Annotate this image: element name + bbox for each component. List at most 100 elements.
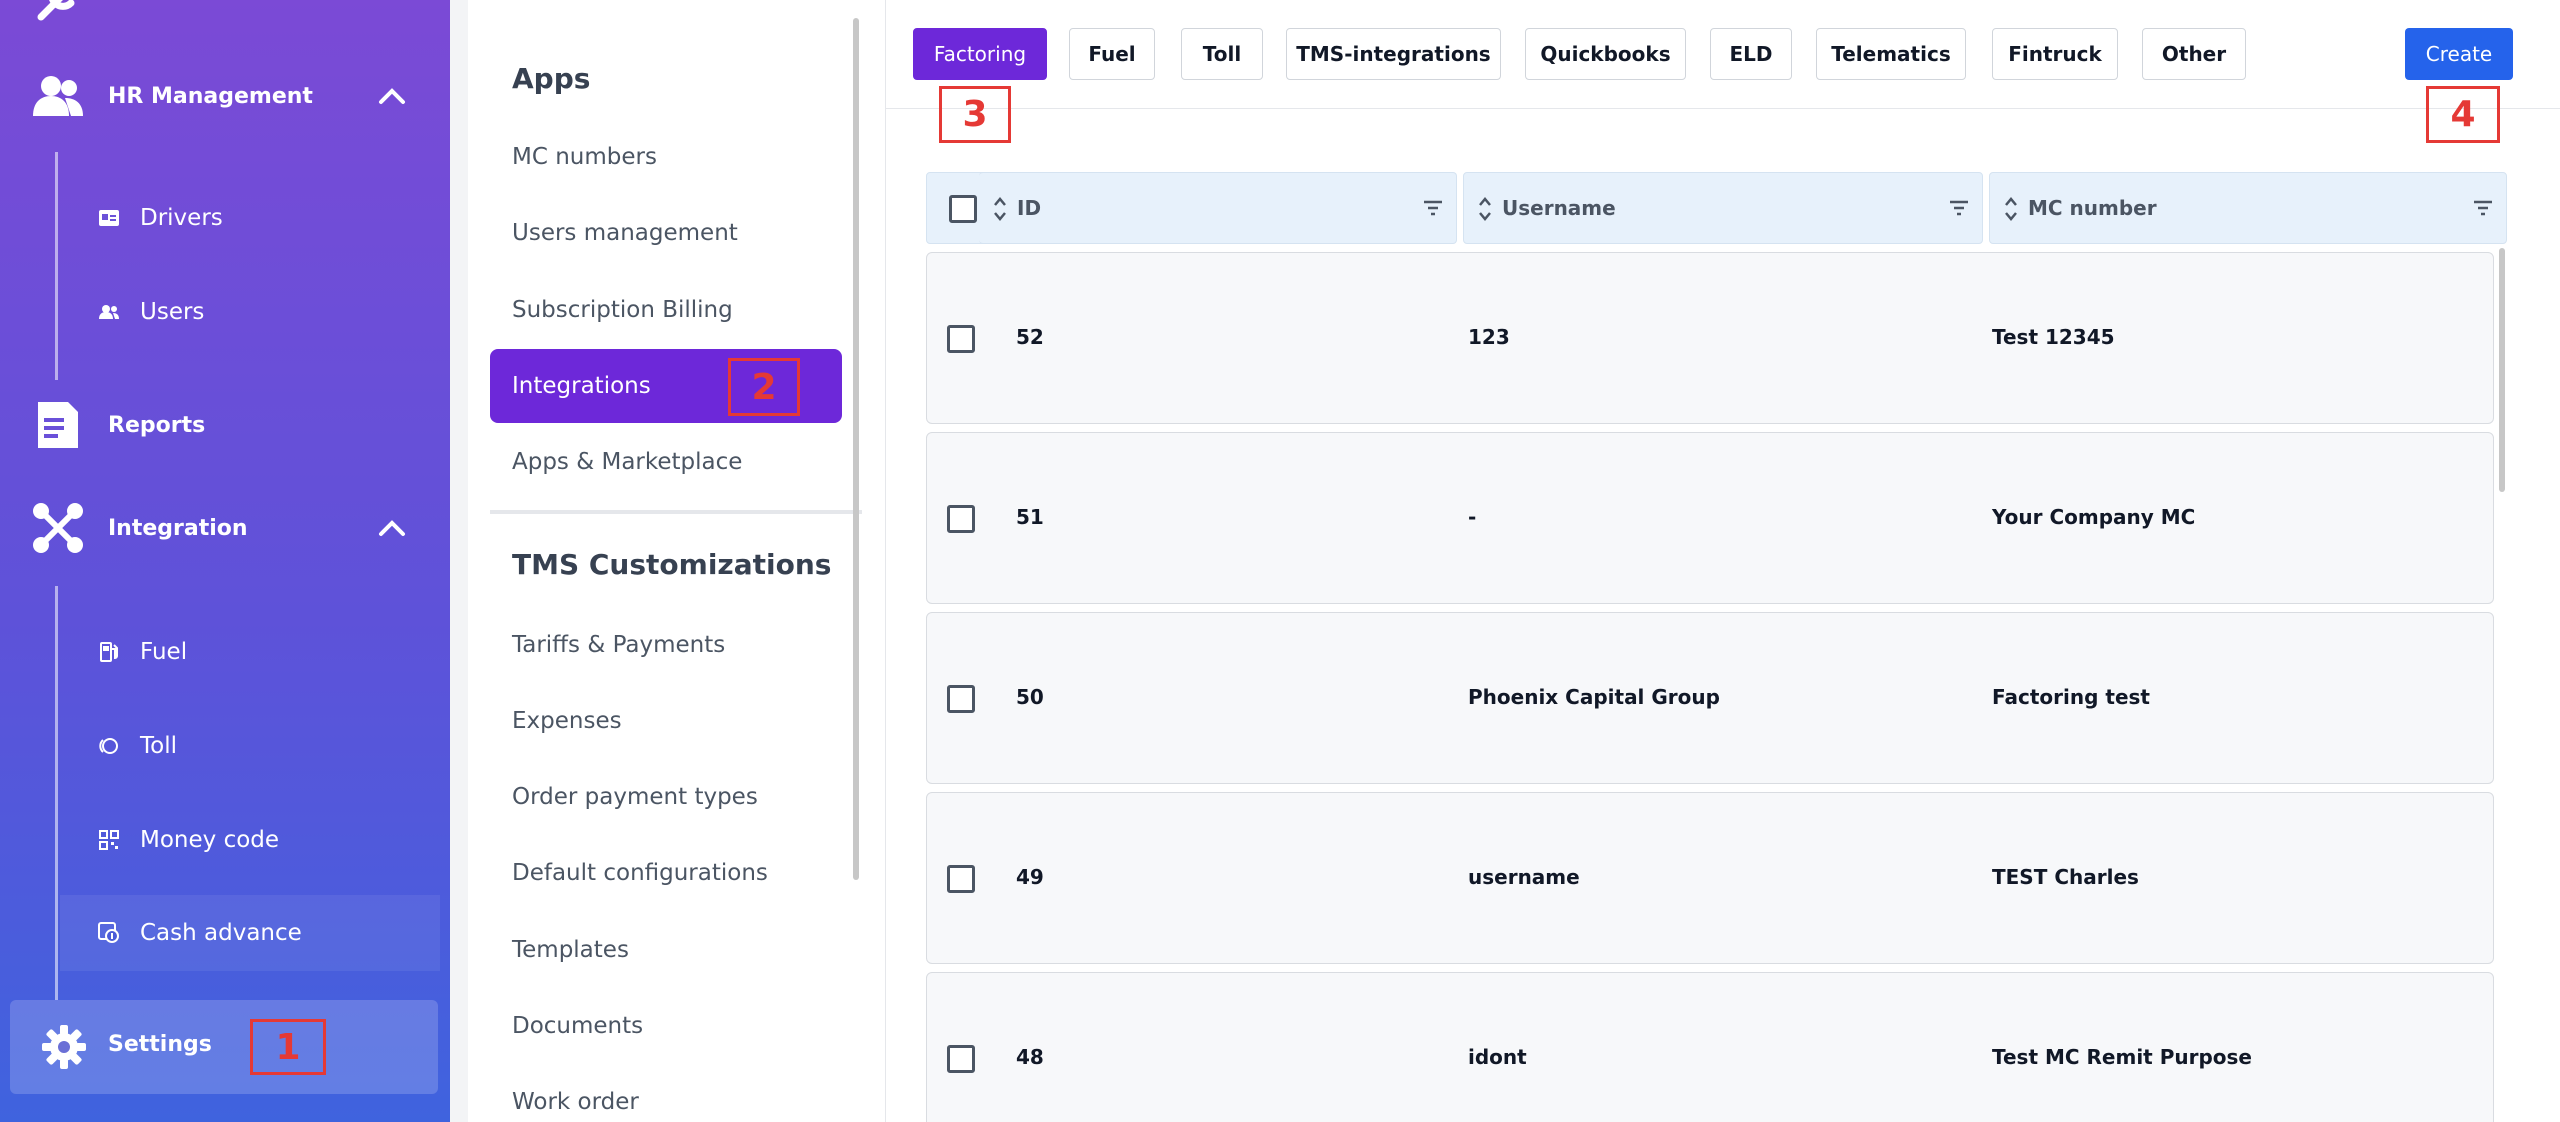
cell-id: 51 <box>1016 505 1044 529</box>
filter-icon[interactable] <box>2472 197 2494 219</box>
sidebar-subitem-money-code[interactable]: Money code <box>60 802 440 878</box>
cell-mc-number: Test 12345 <box>1992 325 2115 349</box>
menu-item-users-management[interactable]: Users management <box>490 196 842 270</box>
gear-icon <box>34 1017 94 1077</box>
cell-id: 50 <box>1016 685 1044 709</box>
sidebar-item-label: Reports <box>108 412 206 438</box>
cell-id: 49 <box>1016 865 1044 889</box>
menu-item-expenses[interactable]: Expenses <box>490 684 842 758</box>
settings-menu: Apps MC numbers Users management Subscri… <box>468 0 863 1122</box>
tab-toll[interactable]: Toll <box>1181 28 1263 80</box>
filter-icon[interactable] <box>1422 197 1444 219</box>
filter-icon[interactable] <box>1948 197 1970 219</box>
sidebar-subitem-label: Users <box>140 299 205 325</box>
cell-mc-number: Your Company MC <box>1992 505 2196 529</box>
row-checkbox[interactable] <box>947 685 975 713</box>
menu-heading-apps: Apps <box>512 62 591 95</box>
sidebar-item-integration[interactable]: Integration <box>0 488 450 568</box>
sidebar-item-label: HR Management <box>108 83 313 109</box>
cell-username: 123 <box>1468 325 1510 349</box>
row-checkbox[interactable] <box>947 325 975 353</box>
tab-factoring[interactable]: Factoring <box>913 28 1047 80</box>
menu-item-work-order[interactable]: Work order <box>490 1065 842 1122</box>
sort-icon[interactable] <box>1478 195 1492 223</box>
menu-heading-tms-customizations: TMS Customizations <box>512 548 832 581</box>
sidebar-subitem-label: Drivers <box>140 205 223 231</box>
integration-icon <box>28 498 88 558</box>
column-header-username[interactable]: Username <box>1463 172 1983 244</box>
table-row[interactable]: 51 - Your Company MC <box>926 432 2494 604</box>
sidebar-item-hr-management[interactable]: HR Management <box>0 56 450 136</box>
sidebar-item-reports[interactable]: Reports <box>0 385 450 465</box>
cell-username: - <box>1468 505 1477 529</box>
column-header-mc-number[interactable]: MC number <box>1989 172 2507 244</box>
tab-tms-integrations[interactable]: TMS-integrations <box>1286 28 1501 80</box>
menu-item-apps-marketplace[interactable]: Apps & Marketplace <box>490 425 842 499</box>
cell-mc-number: Factoring test <box>1992 685 2150 709</box>
tab-fuel[interactable]: Fuel <box>1069 28 1155 80</box>
sidebar-subitem-fuel[interactable]: Fuel <box>60 614 440 690</box>
column-header-label: Username <box>1502 196 1616 220</box>
menu-item-order-payment-types[interactable]: Order payment types <box>490 760 842 834</box>
menu-scrollbar[interactable] <box>853 18 859 880</box>
sidebar-item-label: Settings <box>108 1032 212 1057</box>
column-header-label: MC number <box>2028 196 2157 220</box>
annotation-marker-1: 1 <box>250 1019 326 1075</box>
menu-item-documents[interactable]: Documents <box>490 989 842 1063</box>
sidebar-subitem-users[interactable]: Users <box>60 274 440 350</box>
sidebar-item-settings[interactable]: Settings <box>10 1000 438 1094</box>
table-row[interactable]: 50 Phoenix Capital Group Factoring test <box>926 612 2494 784</box>
menu-item-tariffs-payments[interactable]: Tariffs & Payments <box>490 608 842 682</box>
sidebar-subitem-toll[interactable]: Toll <box>60 708 440 784</box>
panel-divider <box>450 0 468 1122</box>
report-icon <box>28 395 88 455</box>
id-card-icon <box>96 205 122 231</box>
menu-item-mc-numbers[interactable]: MC numbers <box>490 120 842 194</box>
tabbar-divider <box>886 108 2560 109</box>
create-button[interactable]: Create <box>2405 28 2513 80</box>
table-scrollbar[interactable] <box>2499 248 2505 492</box>
row-checkbox[interactable] <box>947 1045 975 1073</box>
users-icon <box>96 299 122 325</box>
annotation-marker-3: 3 <box>939 86 1011 143</box>
tab-other[interactable]: Other <box>2142 28 2246 80</box>
sidebar-subitem-cash-advance[interactable]: Cash advance <box>60 895 440 971</box>
sort-icon[interactable] <box>993 195 1007 223</box>
tab-eld[interactable]: ELD <box>1710 28 1792 80</box>
table-row[interactable]: 52 123 Test 12345 <box>926 252 2494 424</box>
chevron-up-icon[interactable] <box>372 76 412 116</box>
menu-item-subscription-billing[interactable]: Subscription Billing <box>490 273 842 347</box>
table-row[interactable]: 48 idont Test MC Remit Purpose <box>926 972 2494 1122</box>
cell-username: username <box>1468 865 1580 889</box>
table-header: ID Username MC number <box>926 172 2507 244</box>
tab-fintruck[interactable]: Fintruck <box>1992 28 2118 80</box>
tab-telematics[interactable]: Telematics <box>1816 28 1966 80</box>
tab-quickbooks[interactable]: Quickbooks <box>1525 28 1686 80</box>
cash-icon <box>96 920 122 946</box>
table-row[interactable]: 49 username TEST Charles <box>926 792 2494 964</box>
annotation-marker-4: 4 <box>2426 86 2500 143</box>
cell-id: 48 <box>1016 1045 1044 1069</box>
qr-icon <box>96 827 122 853</box>
sidebar-subitem-drivers[interactable]: Drivers <box>60 180 440 256</box>
fuel-icon <box>96 639 122 665</box>
sidebar-subitem-label: Cash advance <box>140 920 302 946</box>
menu-item-default-configurations[interactable]: Default configurations <box>490 836 842 910</box>
sidebar-subitem-label: Toll <box>140 733 177 759</box>
wrench-icon <box>28 0 88 30</box>
sidebar-item-maintenance[interactable] <box>0 0 450 40</box>
select-all-checkbox[interactable] <box>949 195 977 223</box>
cell-mc-number: TEST Charles <box>1992 865 2139 889</box>
main-sidebar: HR Management Drivers Users Reports Inte… <box>0 0 450 1122</box>
row-checkbox[interactable] <box>947 505 975 533</box>
row-checkbox[interactable] <box>947 865 975 893</box>
chevron-up-icon[interactable] <box>372 508 412 548</box>
sort-icon[interactable] <box>2004 195 2018 223</box>
menu-item-templates[interactable]: Templates <box>490 913 842 987</box>
cell-username: idont <box>1468 1045 1527 1069</box>
menu-divider <box>490 510 862 514</box>
sidebar-subitem-label: Money code <box>140 827 280 853</box>
sidebar-subitem-label: Fuel <box>140 639 188 665</box>
sidebar-item-label: Integration <box>108 515 248 541</box>
column-header-id[interactable]: ID <box>979 172 1457 244</box>
